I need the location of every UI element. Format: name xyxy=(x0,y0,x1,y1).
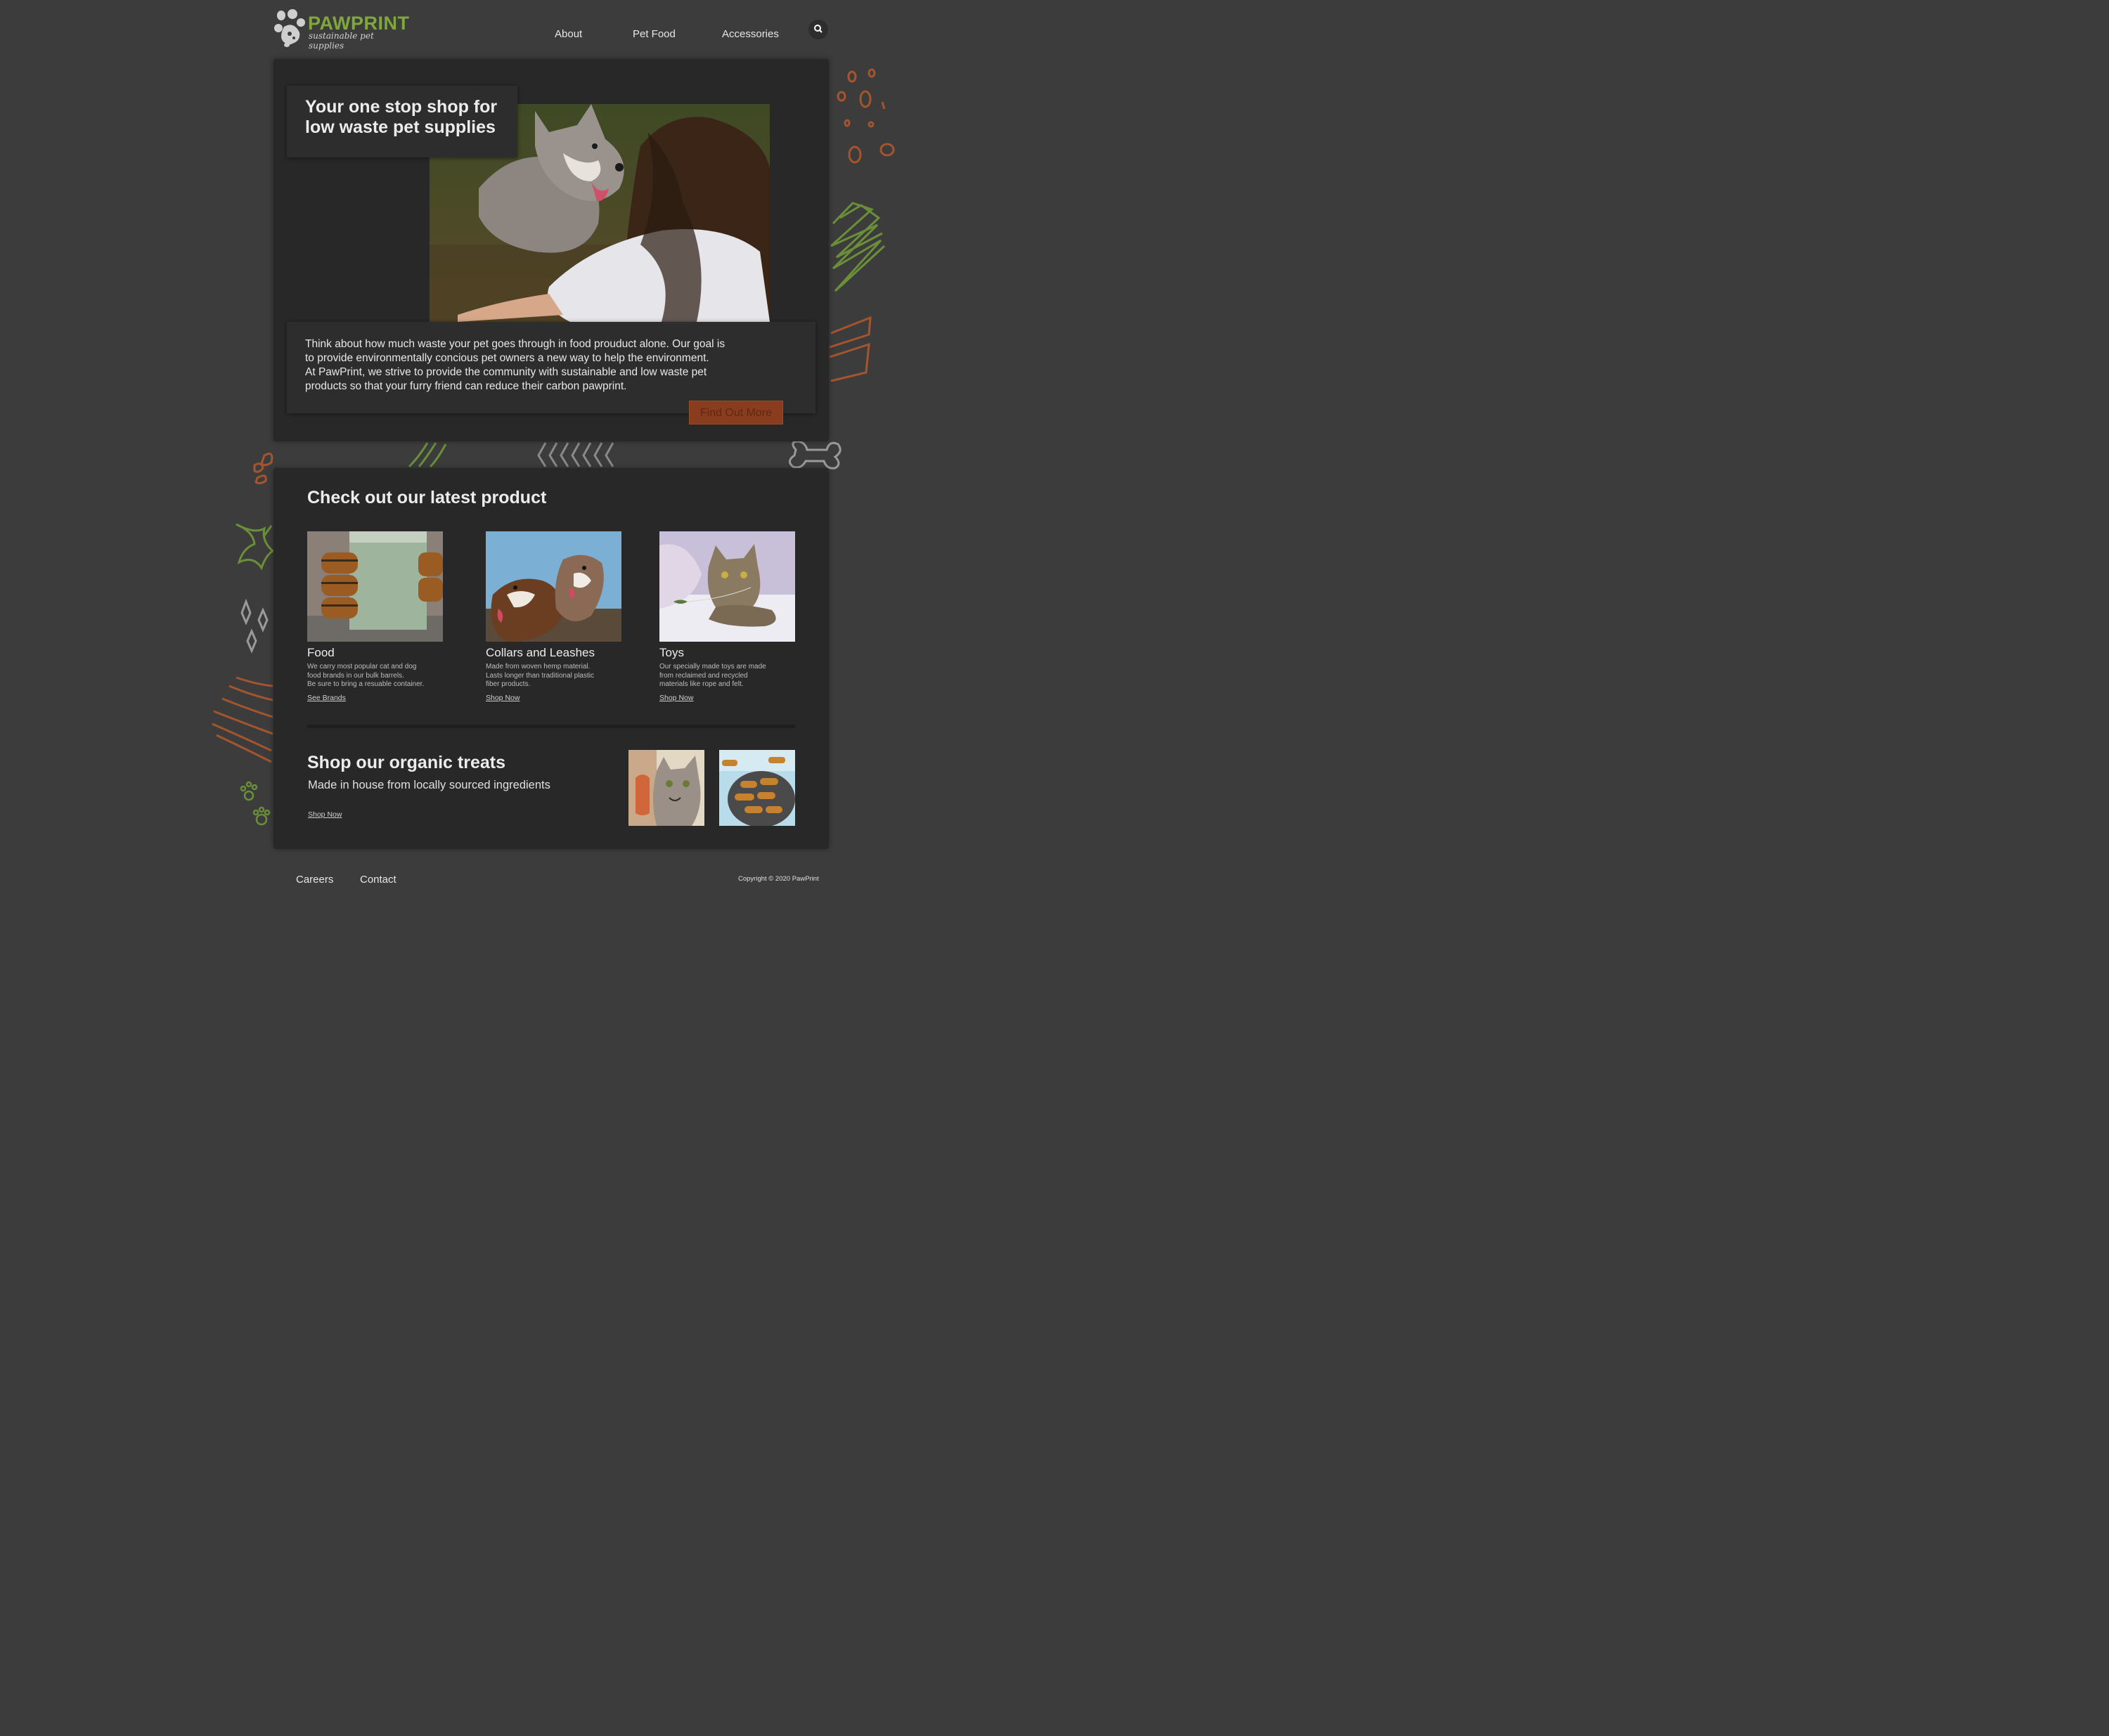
product-description-line: Be sure to bring a resuable container. xyxy=(307,680,425,688)
product-description-line: Lasts longer than traditional plastic xyxy=(486,671,594,680)
hero-card: Your one stop shop for low waste pet sup… xyxy=(273,59,829,441)
hero-description-line-2: to provide environmentally concious pet … xyxy=(305,352,709,364)
hero-headline-line-2: low waste pet supplies xyxy=(305,117,496,137)
search-button[interactable] xyxy=(808,20,828,39)
nav-accessories[interactable]: Accessories xyxy=(722,28,779,40)
bone-doodle xyxy=(789,440,841,469)
hero-description: Think about how much waste your pet goes… xyxy=(305,337,783,394)
hero-headline-box: Your one stop shop for low waste pet sup… xyxy=(287,86,517,157)
section-divider xyxy=(307,725,795,728)
orange-leaf-doodle xyxy=(253,453,273,485)
product-description-line: materials like rope and felt. xyxy=(659,680,744,688)
shop-treats-link[interactable]: Shop Now xyxy=(308,810,342,819)
bone-biscuits-photo xyxy=(719,750,795,826)
orange-scribble-doodle xyxy=(212,676,273,763)
paw-logo-icon xyxy=(274,9,305,47)
orange-dots-doodle xyxy=(837,68,895,164)
footer-contact-link[interactable]: Contact xyxy=(360,874,396,886)
cat-eating-treat-photo xyxy=(628,750,704,826)
shop-toys-link[interactable]: Shop Now xyxy=(659,694,800,702)
product-description-line: We carry most popular cat and dog xyxy=(307,663,417,671)
hero-headline-line-1: Your one stop shop for xyxy=(305,97,498,117)
copyright-text: Copyright © 2020 PawPrint xyxy=(738,875,819,883)
grey-sparkles-doodle xyxy=(240,598,269,654)
product-description: Made from woven hemp material. Lasts lon… xyxy=(486,663,626,689)
hero-description-line-4: products so that your furry friend can r… xyxy=(305,380,627,392)
latest-products-title: Check out our latest product xyxy=(307,488,547,507)
product-description-line: Our specially made toys are made xyxy=(659,663,766,671)
product-description: We carry most popular cat and dog food b… xyxy=(307,663,448,689)
product-food: Food We carry most popular cat and dog f… xyxy=(307,531,448,702)
hero-description-line-1: Think about how much waste your pet goes… xyxy=(305,338,725,350)
nav-pet-food[interactable]: Pet Food xyxy=(633,28,676,40)
see-brands-link[interactable]: See Brands xyxy=(307,694,448,702)
product-description: Our specially made toys are made from re… xyxy=(659,663,800,689)
product-name: Collars and Leashes xyxy=(486,646,595,659)
product-description-line: from reclaimed and recycled xyxy=(659,671,748,680)
grey-chevrons-doodle xyxy=(537,442,614,467)
product-toys: Toys Our specially made toys are made fr… xyxy=(659,531,800,702)
search-icon xyxy=(814,25,823,33)
green-flower-doodle xyxy=(236,523,275,571)
bulk-barrels-photo xyxy=(307,531,443,642)
shop-collars-link[interactable]: Shop Now xyxy=(486,694,626,702)
product-image[interactable] xyxy=(486,531,621,642)
product-description-line: Made from woven hemp material. xyxy=(486,663,591,671)
product-collars-leashes: Collars and Leashes Made from woven hemp… xyxy=(486,531,626,702)
treat-image-biscuits[interactable] xyxy=(719,750,795,826)
treat-image-cat[interactable] xyxy=(628,750,704,826)
treats-subtitle: Made in house from locally sourced ingre… xyxy=(308,779,550,791)
brand-tagline: sustainable pet supplies xyxy=(309,31,374,51)
hero-description-box: Think about how much waste your pet goes… xyxy=(287,322,815,413)
cat-with-toy-photo xyxy=(659,531,795,642)
find-out-more-button[interactable]: Find Out More xyxy=(689,401,783,425)
hero-headline: Your one stop shop for low waste pet sup… xyxy=(305,97,509,138)
product-description-line: food brands in our bulk barrels. xyxy=(307,671,404,680)
product-name: Toys xyxy=(659,646,684,659)
products-card: Check out our latest product Food We car… xyxy=(273,468,829,849)
footer-careers-link[interactable]: Careers xyxy=(296,874,333,886)
nav-about[interactable]: About xyxy=(555,28,582,40)
green-strokes-doodle xyxy=(408,442,447,468)
orange-lines-doodle xyxy=(829,316,872,382)
product-description-line: fiber products. xyxy=(486,680,531,688)
green-paws-doodle xyxy=(240,781,271,826)
product-image[interactable] xyxy=(659,531,795,642)
treats-title: Shop our organic treats xyxy=(307,753,505,772)
product-image[interactable] xyxy=(307,531,443,642)
hero-description-line-3: At PawPrint, we strive to provide the co… xyxy=(305,366,707,378)
two-dogs-photo xyxy=(486,531,621,642)
logo[interactable]: PAWPRINT sustainable pet supplies xyxy=(273,7,409,51)
product-name: Food xyxy=(307,646,335,659)
